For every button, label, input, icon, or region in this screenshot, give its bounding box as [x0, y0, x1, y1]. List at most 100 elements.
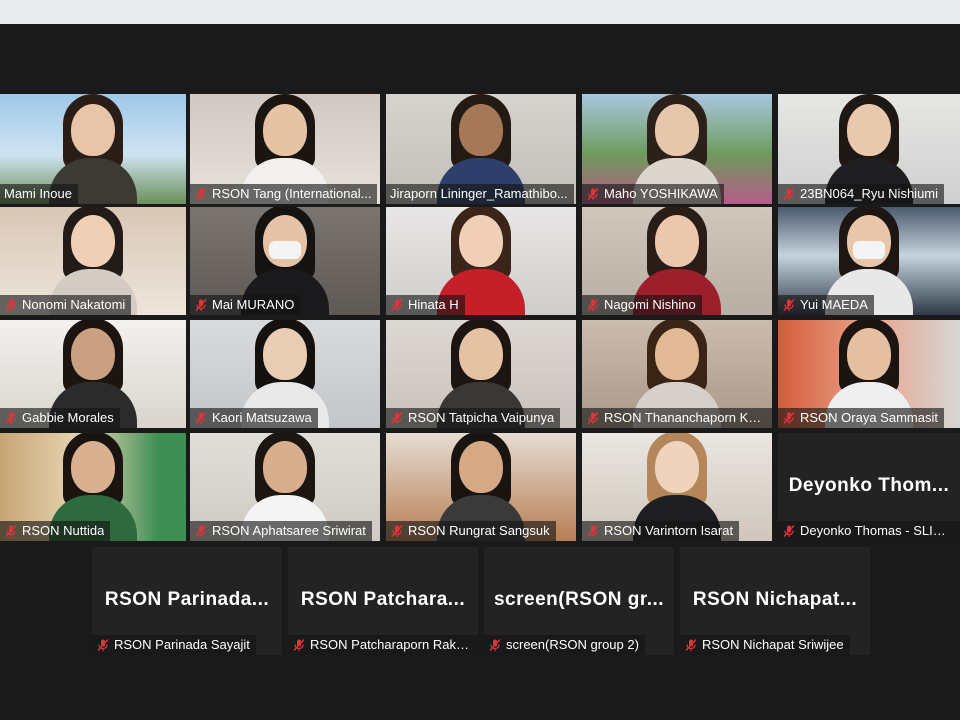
participant-video-tile[interactable]: Gabbie Morales: [0, 320, 186, 428]
participant-video-tile[interactable]: RSON Rungrat Sangsuk: [386, 433, 576, 541]
participant-display-name: RSON Patchara...: [300, 589, 466, 610]
participant-video-tile[interactable]: Mai MURANO: [190, 207, 380, 315]
participant-name: RSON Aphatsaree Sriwirat: [212, 523, 366, 538]
mic-muted-icon: [587, 188, 599, 200]
mic-muted-icon: [391, 525, 403, 537]
participant-name: Deyonko Thomas - SLIU I...: [800, 523, 954, 538]
mic-muted-icon: [587, 525, 599, 537]
participant-name-label: RSON Parinada Sayajit: [92, 635, 256, 655]
mic-muted-icon: [195, 525, 207, 537]
participant-name: screen(RSON group 2): [506, 637, 639, 652]
participant-name-label: Gabbie Morales: [0, 408, 120, 428]
participant-audio-tile[interactable]: RSON Patchara... RSON Patcharaporn Rakp..…: [288, 547, 478, 655]
participant-name: RSON Nuttida: [22, 523, 105, 538]
participant-name-label: Jiraporn Lininger_Ramathibo...: [386, 184, 574, 204]
mic-muted-icon: [587, 412, 599, 424]
mic-muted-icon: [195, 412, 207, 424]
participant-name-label: Yui MAEDA: [778, 295, 874, 315]
participant-name-label: RSON Tatpicha Vaipunya: [386, 408, 561, 428]
participant-video-tile[interactable]: RSON Oraya Sammasit: [778, 320, 960, 428]
participant-name: Kaori Matsuzawa: [212, 410, 312, 425]
mic-muted-icon: [783, 412, 795, 424]
participant-display-name: RSON Nichapat...: [692, 589, 858, 610]
participant-name-label: Hinata H: [386, 295, 465, 315]
participant-audio-tile[interactable]: Deyonko Thom... Deyonko Thomas - SLIU I..…: [778, 433, 960, 541]
participant-name-label: RSON Thananchaporn Ke...: [582, 408, 772, 428]
participant-name: RSON Tang (International...: [212, 186, 372, 201]
participant-name: RSON Tatpicha Vaipunya: [408, 410, 555, 425]
participant-name: RSON Varintorn Isarat: [604, 523, 734, 538]
mic-muted-icon: [489, 639, 501, 651]
participant-name: Mami Inoue: [4, 186, 72, 201]
participant-video-tile[interactable]: RSON Varintorn Isarat: [582, 433, 772, 541]
mic-muted-icon: [783, 525, 795, 537]
participant-video-tile[interactable]: Mami Inoue: [0, 94, 186, 204]
participant-name-label: Nonomi Nakatomi: [0, 295, 132, 315]
mic-muted-icon: [5, 299, 17, 311]
participant-name: Hinata H: [408, 297, 459, 312]
participant-audio-tile[interactable]: RSON Nichapat... RSON Nichapat Sriwijee: [680, 547, 870, 655]
participant-name: Nonomi Nakatomi: [22, 297, 126, 312]
participant-name-label: RSON Oraya Sammasit: [778, 408, 944, 428]
mic-muted-icon: [391, 299, 403, 311]
participant-name-label: RSON Patcharaporn Rakp...: [288, 635, 478, 655]
participant-video-tile[interactable]: Maho YOSHIKAWA: [582, 94, 772, 204]
participant-name: Yui MAEDA: [800, 297, 868, 312]
mic-muted-icon: [783, 299, 795, 311]
participant-name: Jiraporn Lininger_Ramathibo...: [390, 186, 568, 201]
participant-video-tile[interactable]: Yui MAEDA: [778, 207, 960, 315]
participant-name: RSON Parinada Sayajit: [114, 637, 250, 652]
participant-display-name: Deyonko Thom...: [788, 475, 950, 496]
participant-name-label: screen(RSON group 2): [484, 635, 645, 655]
mic-muted-icon: [783, 188, 795, 200]
mic-muted-icon: [587, 299, 599, 311]
participant-name: RSON Thananchaporn Ke...: [604, 410, 766, 425]
mic-muted-icon: [5, 525, 17, 537]
participant-name-label: Mai MURANO: [190, 295, 301, 315]
participant-name-label: Kaori Matsuzawa: [190, 408, 318, 428]
mic-muted-icon: [195, 299, 207, 311]
participant-name-label: Nagomi Nishino: [582, 295, 702, 315]
participant-audio-tile[interactable]: screen(RSON gr... screen(RSON group 2): [484, 547, 674, 655]
participant-video-tile[interactable]: RSON Tatpicha Vaipunya: [386, 320, 576, 428]
participant-name-label: Mami Inoue: [0, 184, 78, 204]
participant-name-label: RSON Rungrat Sangsuk: [386, 521, 556, 541]
participant-video-tile[interactable]: Jiraporn Lininger_Ramathibo...: [386, 94, 576, 204]
mic-muted-icon: [195, 188, 207, 200]
participant-name: RSON Rungrat Sangsuk: [408, 523, 550, 538]
participant-video-tile[interactable]: 23BN064_Ryu Nishiumi: [778, 94, 960, 204]
participant-display-name: screen(RSON gr...: [493, 589, 665, 610]
participant-name-label: 23BN064_Ryu Nishiumi: [778, 184, 945, 204]
participant-name: RSON Nichapat Sriwijee: [702, 637, 844, 652]
participant-video-tile[interactable]: Kaori Matsuzawa: [190, 320, 380, 428]
participant-name-label: RSON Nichapat Sriwijee: [680, 635, 850, 655]
mic-muted-icon: [5, 412, 17, 424]
participant-name: RSON Oraya Sammasit: [800, 410, 938, 425]
mic-muted-icon: [97, 639, 109, 651]
mic-muted-icon: [293, 639, 305, 651]
participant-video-tile[interactable]: Nagomi Nishino: [582, 207, 772, 315]
participant-name: Nagomi Nishino: [604, 297, 696, 312]
participant-video-tile[interactable]: RSON Thananchaporn Ke...: [582, 320, 772, 428]
participant-display-name: RSON Parinada...: [104, 589, 270, 610]
mic-muted-icon: [685, 639, 697, 651]
participant-audio-tile[interactable]: RSON Parinada... RSON Parinada Sayajit: [92, 547, 282, 655]
participant-video-tile[interactable]: RSON Nuttida: [0, 433, 186, 541]
participant-name: Maho YOSHIKAWA: [604, 186, 718, 201]
participant-name-label: Deyonko Thomas - SLIU I...: [778, 521, 960, 541]
participant-name-label: RSON Varintorn Isarat: [582, 521, 740, 541]
participant-video-tile[interactable]: RSON Tang (International...: [190, 94, 380, 204]
participant-name: Gabbie Morales: [22, 410, 114, 425]
participant-name: RSON Patcharaporn Rakp...: [310, 637, 472, 652]
participant-name-label: Maho YOSHIKAWA: [582, 184, 724, 204]
mic-muted-icon: [391, 412, 403, 424]
participant-name-label: RSON Aphatsaree Sriwirat: [190, 521, 372, 541]
participant-video-tile[interactable]: Nonomi Nakatomi: [0, 207, 186, 315]
participant-name-label: RSON Nuttida: [0, 521, 111, 541]
participant-name: 23BN064_Ryu Nishiumi: [800, 186, 939, 201]
participant-video-tile[interactable]: RSON Aphatsaree Sriwirat: [190, 433, 380, 541]
participant-name-label: RSON Tang (International...: [190, 184, 378, 204]
participant-video-tile[interactable]: Hinata H: [386, 207, 576, 315]
participant-name: Mai MURANO: [212, 297, 295, 312]
window-top-bar: [0, 0, 960, 24]
